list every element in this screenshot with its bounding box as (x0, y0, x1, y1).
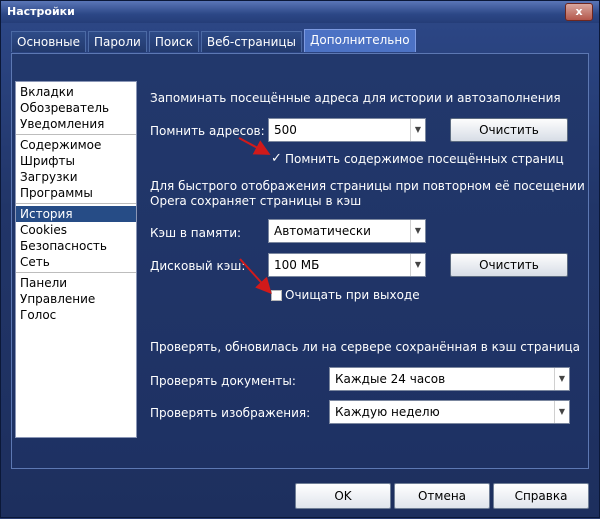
annotation-arrow-icon (238, 137, 272, 294)
help-button[interactable]: Справка (493, 483, 589, 509)
cancel-button[interactable]: Отмена (394, 483, 490, 509)
ok-button[interactable]: OK (295, 483, 391, 509)
settings-window: Настройки x Основные Пароли Поиск Веб-ст… (0, 0, 600, 518)
